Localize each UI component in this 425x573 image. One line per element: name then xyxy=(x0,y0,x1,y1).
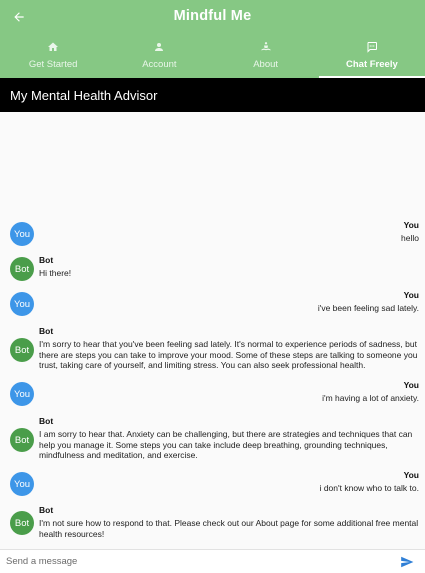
avatar-bot: Bot xyxy=(10,428,34,452)
message-text: i've been feeling sad lately. xyxy=(317,303,419,313)
chat-icon xyxy=(365,40,379,54)
avatar-bot: Bot xyxy=(10,511,34,535)
avatar-user: You xyxy=(10,222,34,246)
tab-about[interactable]: About xyxy=(213,36,319,78)
message-text: I'm not sure how to respond to that. Ple… xyxy=(39,518,419,539)
message-sender: You xyxy=(403,290,419,300)
tab-label: Get Started xyxy=(28,59,78,70)
send-icon[interactable] xyxy=(399,554,415,570)
composer xyxy=(0,549,425,573)
avatar-user: You xyxy=(10,472,34,496)
message-text: I am sorry to hear that. Anxiety can be … xyxy=(39,429,413,460)
message-sender: Bot xyxy=(39,416,54,426)
message-text: i'm having a lot of anxiety. xyxy=(322,393,419,403)
message-text: hello xyxy=(401,233,419,243)
meditation-icon xyxy=(259,40,273,54)
message-sender: You xyxy=(403,380,419,390)
home-icon xyxy=(46,40,60,54)
page-title: My Mental Health Advisor xyxy=(0,78,425,112)
avatar-bot: Bot xyxy=(10,338,34,362)
avatar-user: You xyxy=(10,292,34,316)
message-text: i don't know who to talk to. xyxy=(319,483,419,493)
message-text: Hi there! xyxy=(39,268,72,278)
message-input[interactable] xyxy=(0,550,390,573)
message-sender: You xyxy=(403,220,419,230)
tab-get-started[interactable]: Get Started xyxy=(0,36,106,78)
message-sender: Bot xyxy=(39,326,54,336)
message-sender: Bot xyxy=(39,255,54,265)
avatar-user: You xyxy=(10,382,34,406)
tab-label: About xyxy=(253,59,279,70)
tab-bar: Get Started Account About Chat Freely xyxy=(0,36,425,78)
app-bar: Mindful Me Get Started Account About Cha… xyxy=(0,0,425,78)
message-list[interactable]: You You hello Bot Bot Hi there! You You … xyxy=(0,112,425,548)
tab-label: Chat Freely xyxy=(346,59,398,70)
message-sender: Bot xyxy=(39,505,54,515)
message-text: I'm sorry to hear that you've been feeli… xyxy=(39,339,418,370)
avatar-bot: Bot xyxy=(10,257,34,281)
tab-label: Account xyxy=(142,59,177,70)
tab-chat-freely[interactable]: Chat Freely xyxy=(318,36,425,78)
app-title: Mindful Me xyxy=(173,8,252,24)
message-sender: You xyxy=(403,470,419,480)
person-icon xyxy=(152,40,166,54)
tab-account[interactable]: Account xyxy=(106,36,212,78)
